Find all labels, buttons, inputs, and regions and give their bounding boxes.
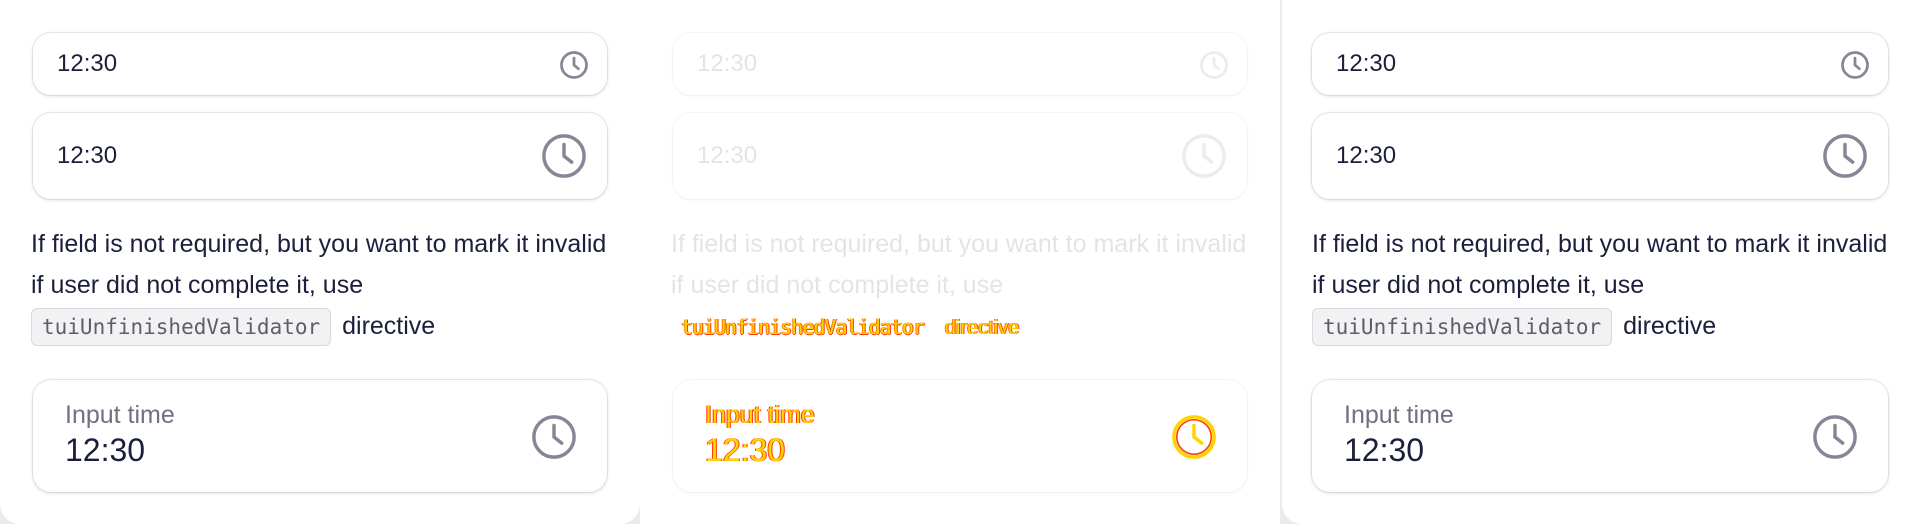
hint-suffix: directive: [944, 317, 1020, 339]
time-value: 12:30: [1336, 142, 1397, 169]
time-value: 12:30: [1336, 50, 1397, 77]
clock-icon[interactable]: [1822, 133, 1868, 179]
hint-text: If field is not required, but you want t…: [31, 230, 607, 299]
clock-icon[interactable]: [559, 50, 589, 80]
code-snippet: tuiUnfinishedValidator: [681, 315, 925, 339]
time-input-large[interactable]: Input time 12:30: [33, 380, 607, 492]
time-value: 12:30: [697, 50, 758, 77]
hint-text: If field is not required, but you want t…: [671, 230, 1247, 299]
hint-paragraph: If field is not required, but you want t…: [31, 224, 621, 347]
clock-icon: [1200, 51, 1228, 79]
hint-text: If field is not required, but you want t…: [1312, 230, 1888, 299]
clock-icon: [1182, 134, 1226, 178]
hint-paragraph: If field is not required, but you want t…: [1312, 224, 1902, 347]
clock-icon[interactable]: [541, 133, 587, 179]
code-snippet: tuiUnfinishedValidator: [31, 308, 332, 346]
hint-suffix: directive: [1623, 312, 1717, 340]
time-input-medium[interactable]: 12:30: [1312, 113, 1888, 199]
time-input-medium-disabled: 12:30: [673, 113, 1247, 199]
time-value: 12:30: [57, 142, 118, 169]
time-input-small[interactable]: 12:30: [1312, 33, 1888, 95]
time-input-large-disabled: Input time 12:30: [673, 380, 1247, 492]
time-value: 12:30: [57, 50, 118, 77]
clock-icon[interactable]: [1812, 414, 1858, 460]
field-label: Input time: [1344, 401, 1454, 430]
clock-icon: [1172, 415, 1216, 459]
code-snippet: tuiUnfinishedValidator: [1312, 308, 1613, 346]
time-input-small[interactable]: 12:30: [33, 33, 607, 95]
example-panel-1: 12:30 12:30 If field is not required, bu…: [0, 0, 640, 524]
time-input-large[interactable]: Input time 12:30: [1312, 380, 1888, 492]
field-label: Input time: [65, 401, 175, 430]
example-panel-3: 12:30 12:30 If field is not required, bu…: [1282, 0, 1920, 524]
time-value: 12:30: [705, 432, 786, 469]
clock-icon[interactable]: [1840, 50, 1870, 80]
clock-icon[interactable]: [531, 414, 577, 460]
example-panel-2: 12:30 12:30 If field is not required, bu…: [640, 0, 1280, 524]
field-label: Input time: [705, 401, 815, 430]
time-input-medium[interactable]: 12:30: [33, 113, 607, 199]
hint-paragraph: If field is not required, but you want t…: [671, 224, 1261, 349]
time-value: 12:30: [65, 432, 146, 469]
time-input-small-disabled: 12:30: [673, 33, 1247, 95]
time-value: 12:30: [697, 142, 758, 169]
time-value: 12:30: [1344, 432, 1425, 469]
hint-suffix: directive: [342, 312, 436, 340]
